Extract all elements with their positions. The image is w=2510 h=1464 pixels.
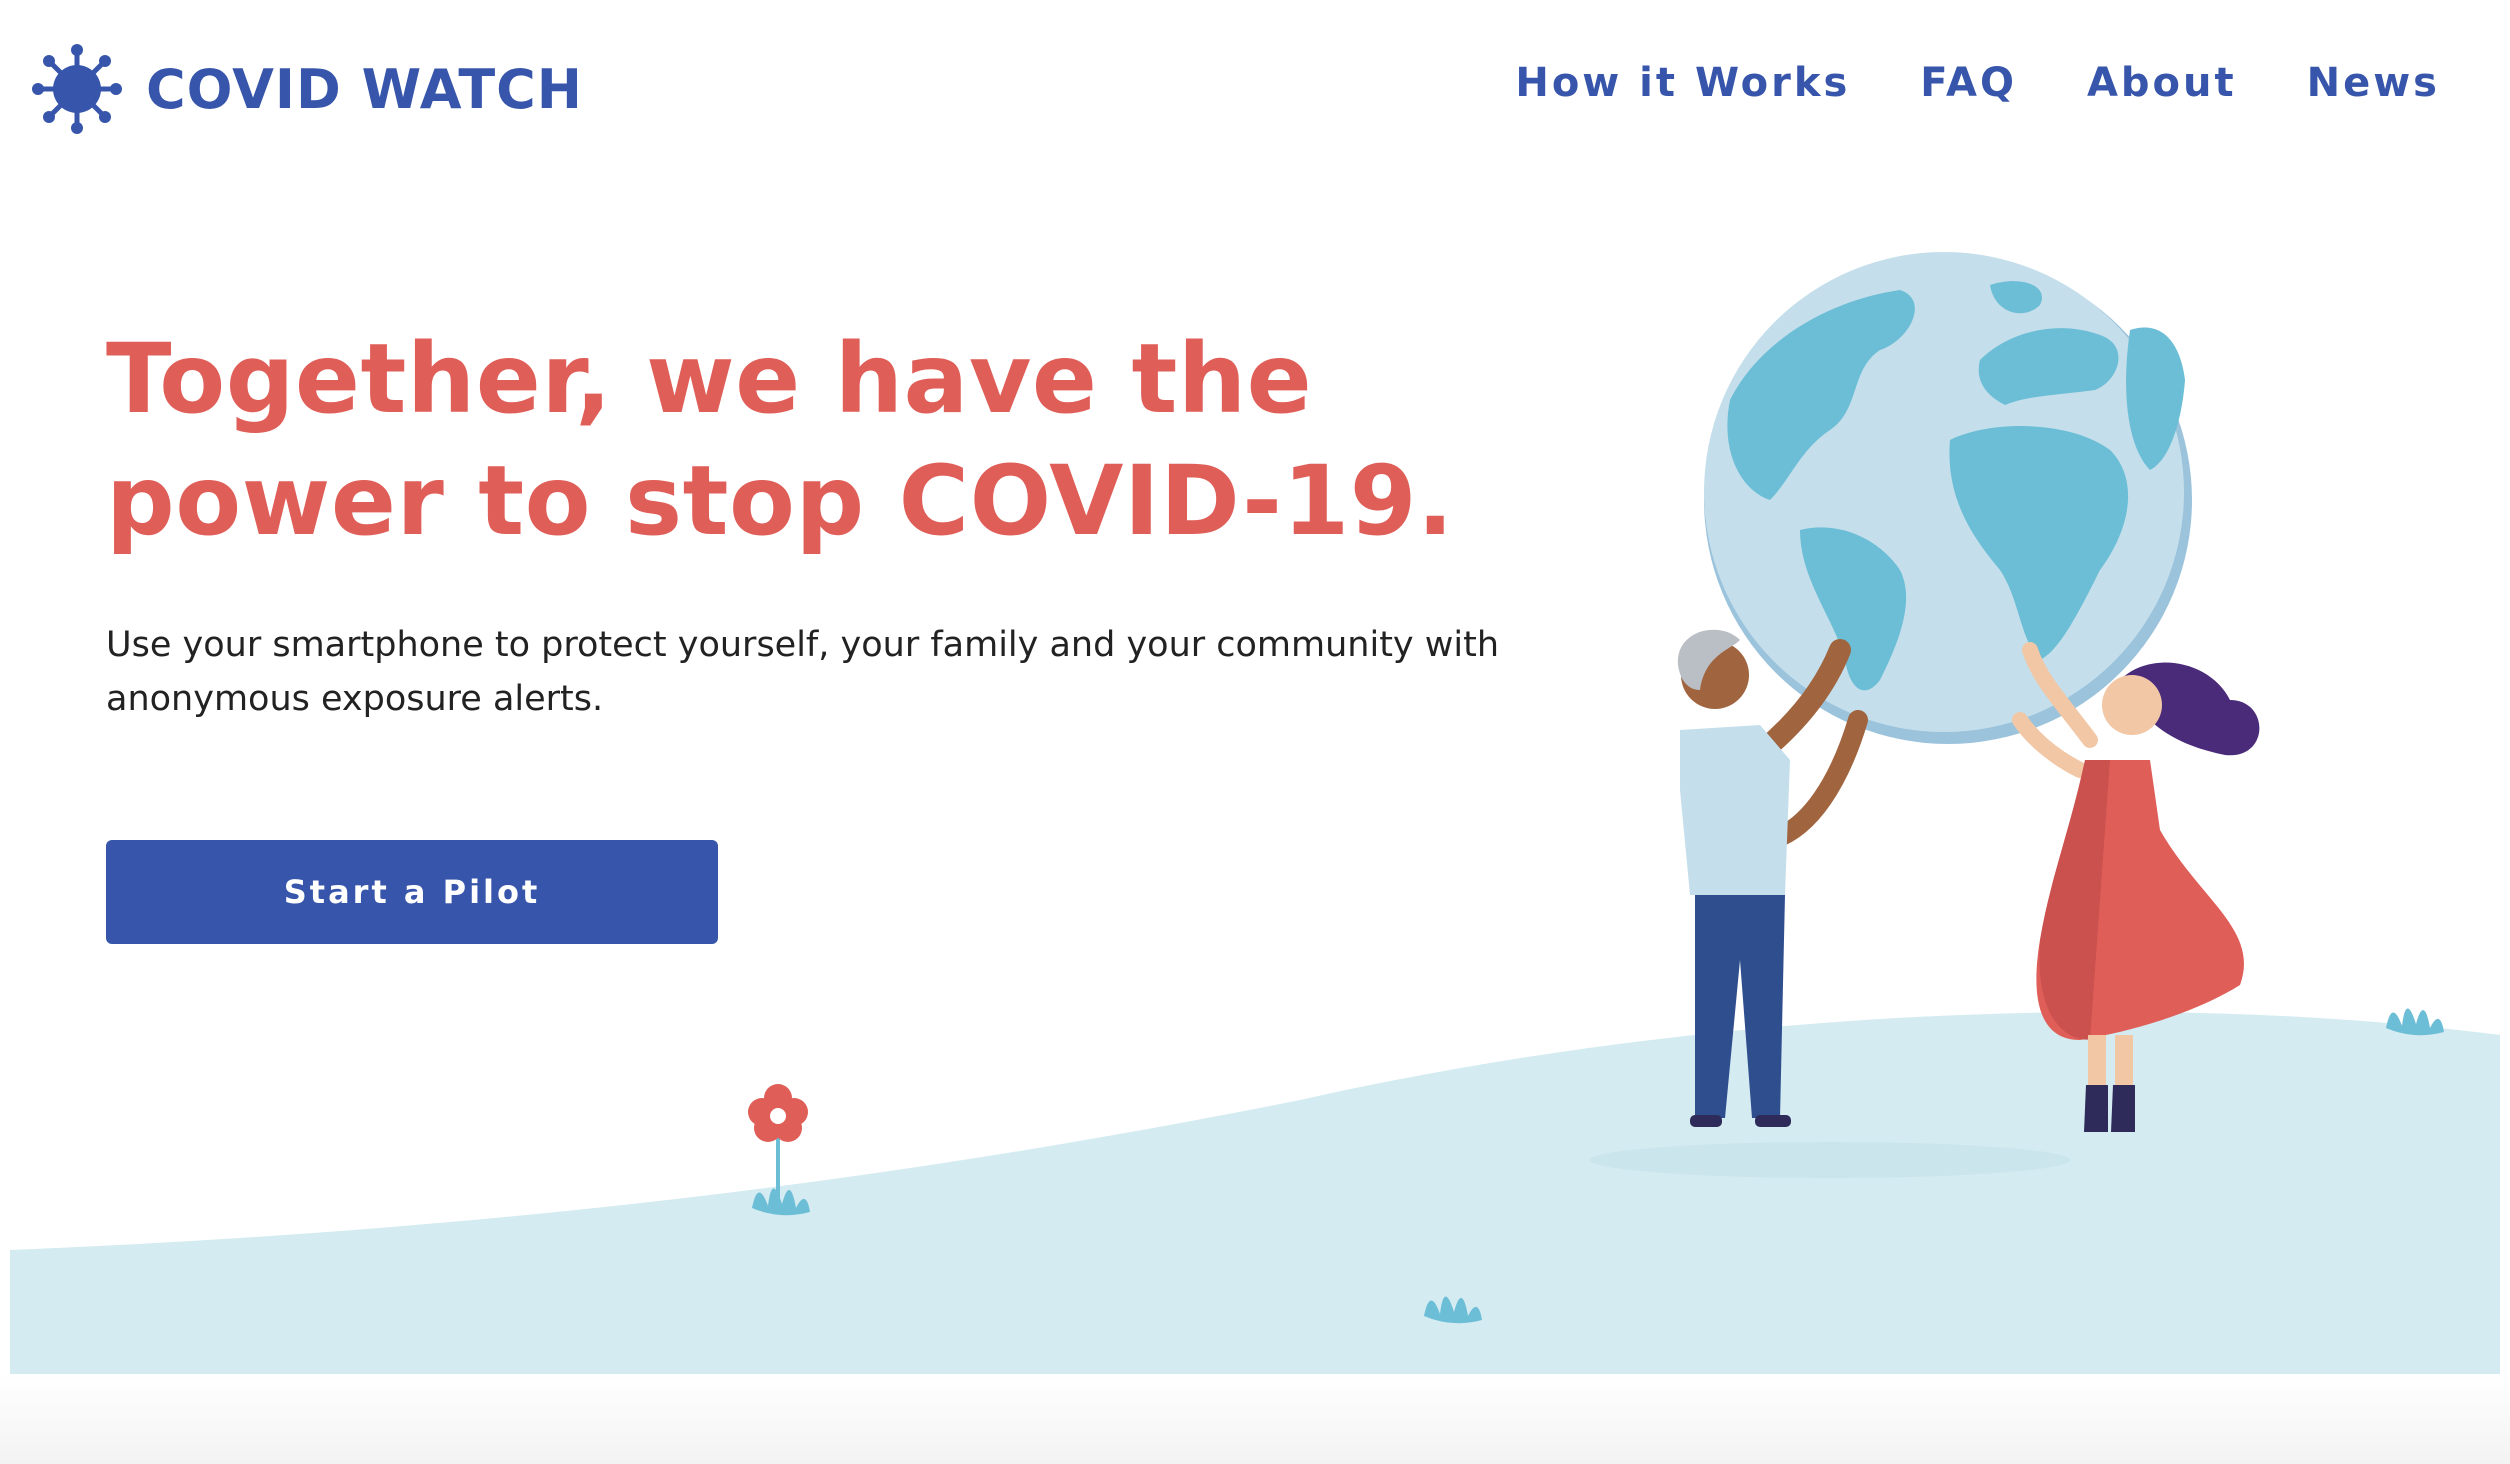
main-nav: How it Works FAQ About News [1515, 60, 2440, 106]
bottom-shade [0, 1374, 2510, 1464]
grass-tuft-icon [752, 1008, 2444, 1324]
nav-faq[interactable]: FAQ [1920, 60, 2017, 106]
hero-title: Together, we have the power to stop COVI… [106, 318, 1454, 562]
start-pilot-button[interactable]: Start a Pilot [106, 840, 718, 944]
ground-shadow [1590, 1142, 2070, 1178]
hero-subtitle: Use your smartphone to protect yourself,… [106, 625, 1500, 719]
man-figure [1677, 629, 1868, 1127]
nav-how-it-works[interactable]: How it Works [1515, 60, 1850, 106]
page: COVID WATCH How it Works FAQ About News … [0, 0, 2510, 1464]
hero-title-line-1: Together, we have the [106, 323, 1313, 435]
logo-text: COVID WATCH [146, 57, 583, 121]
ground-hill [10, 1011, 2500, 1374]
nav-news[interactable]: News [2307, 60, 2440, 106]
virus-logo-icon [32, 44, 122, 134]
flower-icon [748, 1084, 808, 1200]
hero-title-line-2: power to stop COVID-19. [106, 445, 1454, 557]
globe-icon [1704, 252, 2192, 744]
nav-about[interactable]: About [2087, 60, 2237, 106]
woman-figure [2012, 642, 2260, 1132]
hero-illustration [10, 252, 2500, 1374]
logo-link[interactable]: COVID WATCH [30, 42, 583, 136]
